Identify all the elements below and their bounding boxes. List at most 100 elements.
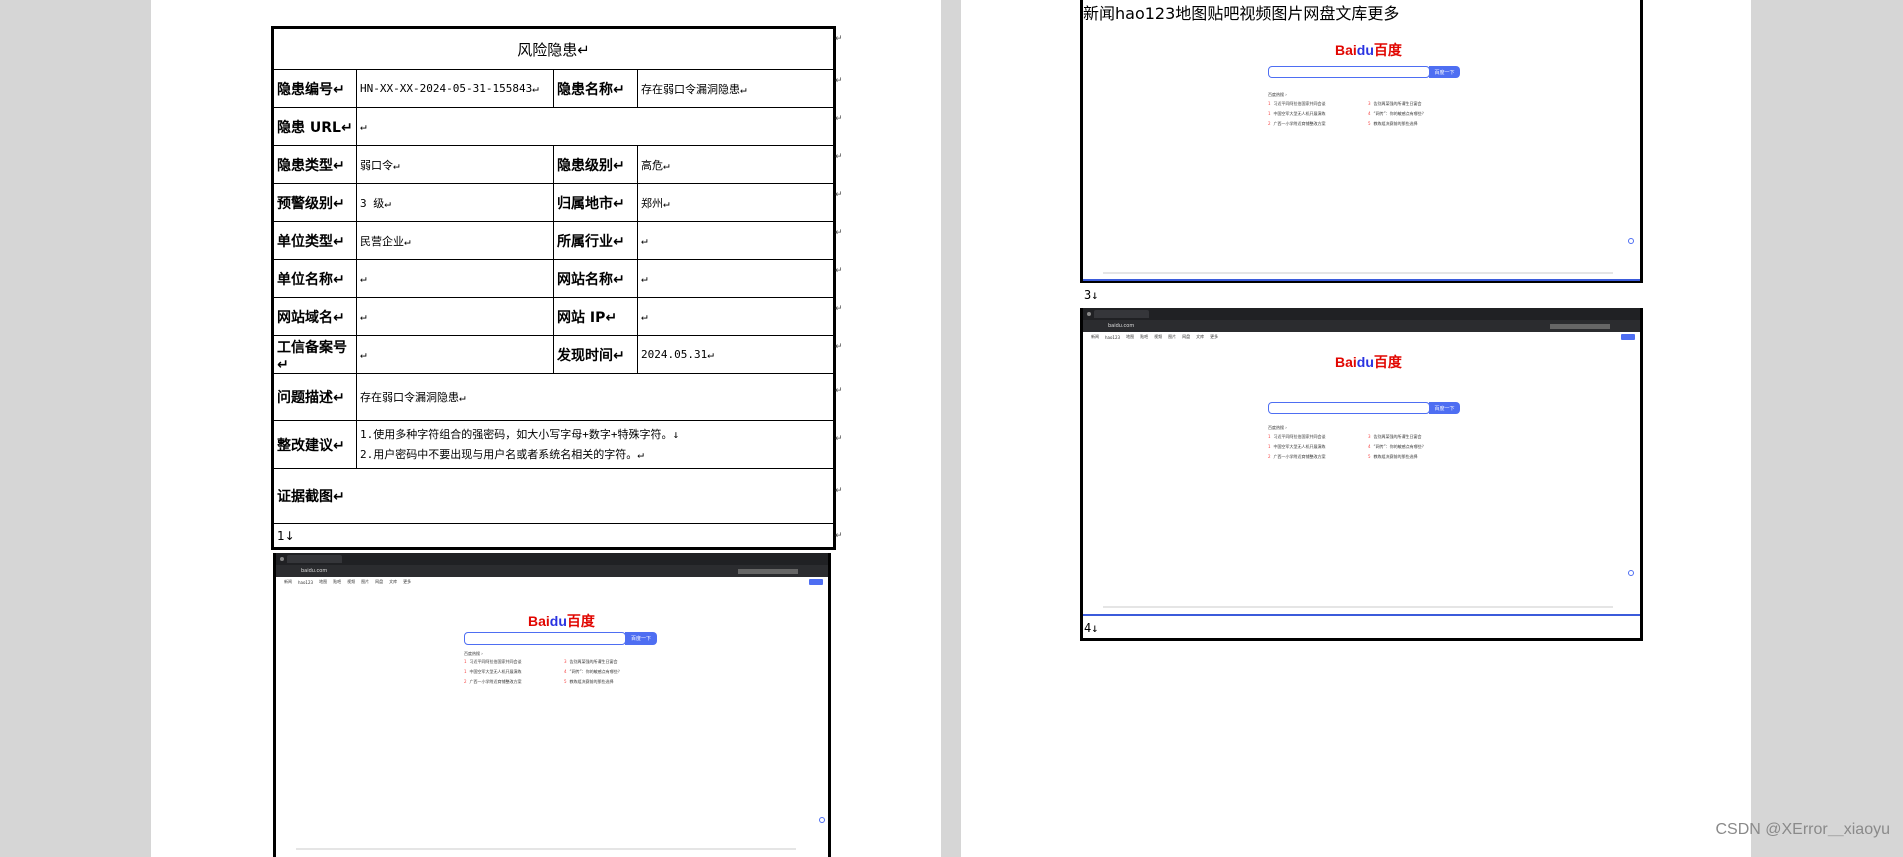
bottom-bar bbox=[1083, 614, 1640, 616]
login-button bbox=[1621, 334, 1635, 340]
side-icon bbox=[1628, 570, 1634, 576]
name-value[interactable]: 存在弱口令漏洞隐患↵ bbox=[636, 69, 836, 108]
hot-item: 2 广西一小学附近商铺整改方案 bbox=[464, 679, 522, 684]
search-button: 百度一下 bbox=[625, 632, 657, 645]
evidence-screenshot-3: baidu.com 新闻 hao123 地图 贴吧 视频 图片 网盘 文库 更多 Baidu百度… bbox=[1080, 308, 1643, 618]
hot-item: 2 广西一小学附近商铺整改方案 bbox=[1268, 454, 1326, 459]
level-value[interactable]: 高危↵ bbox=[636, 145, 836, 184]
evidence-screenshot-1: baidu.com 新闻 hao123 地图 贴吧 视频 图片 网盘 文库 更多… bbox=[273, 553, 831, 857]
para-mark: ↵ bbox=[835, 304, 843, 314]
unit-type-value[interactable]: 民营企业↵ bbox=[356, 221, 554, 260]
warn-label: 预警级别↵ bbox=[272, 183, 357, 222]
baidu-logo: Baidu百度 bbox=[528, 611, 595, 631]
id-value[interactable]: HN-XX-XX-2024-05-31-155843↵ bbox=[356, 69, 554, 108]
baidu-logo: Baidu百度 bbox=[1335, 354, 1402, 370]
baidu-nav: 新闻hao123地图贴吧视频图片网盘文库更多 bbox=[1083, 4, 1400, 23]
para-mark: ↵ bbox=[835, 434, 843, 444]
footer-links bbox=[296, 848, 796, 850]
para-mark: ↵ bbox=[835, 386, 843, 396]
suggestion-label: 整改建议↵ bbox=[272, 420, 357, 469]
evidence-label: 证据截图↵ bbox=[271, 468, 836, 524]
industry-label: 所属行业↵ bbox=[553, 221, 638, 260]
baidu-logo: Baidu百度 bbox=[1335, 42, 1402, 58]
hot-item: 3 告别周某强的所谓生日宴会 bbox=[1368, 101, 1422, 106]
nav-link: 更多 bbox=[403, 579, 412, 584]
browser-url: baidu.com bbox=[1108, 323, 1135, 329]
search-input bbox=[1268, 402, 1430, 414]
site-name-label: 网站名称↵ bbox=[553, 259, 638, 298]
search-button: 百度一下 bbox=[1429, 66, 1460, 78]
city-value[interactable]: 郑州↵ bbox=[636, 183, 836, 222]
para-mark: ↵ bbox=[835, 486, 843, 496]
para-mark: ↵ bbox=[835, 342, 843, 352]
icp-label: 工信备案号↵ bbox=[272, 335, 357, 374]
baidu-nav: 新闻hao123地图贴吧视频图片网盘文库更多 bbox=[1083, 332, 1640, 342]
figure-4-label: 4↓ bbox=[1084, 621, 1099, 635]
hot-item: 4 “网传”：你的敏感点有哪些？ bbox=[1368, 111, 1426, 116]
csdn-watermark: CSDN @XError＿xiaoyu bbox=[1715, 821, 1890, 838]
hot-item: 4 “网传”：你的敏感点有哪些？ bbox=[1368, 444, 1426, 449]
type-label: 隐患类型↵ bbox=[272, 145, 357, 184]
warn-value[interactable]: 3 级↵ bbox=[356, 183, 554, 222]
desc-value[interactable]: 存在弱口令漏洞隐患↵ bbox=[355, 373, 836, 421]
nav-link: 贴吧 bbox=[333, 579, 342, 584]
para-mark: ↵ bbox=[835, 152, 843, 162]
para-mark: ↵ bbox=[835, 228, 843, 238]
side-icon bbox=[819, 817, 825, 823]
logo-cn: 百度 bbox=[566, 613, 595, 629]
desc-label: 问题描述↵ bbox=[272, 373, 357, 421]
domain-label: 网站域名↵ bbox=[272, 297, 357, 336]
browser-tabbar bbox=[1083, 308, 1640, 320]
suggestion-line-1: 1.使用多种字符组合的强密码，如大小写字母+数字+特殊字符。↓ bbox=[360, 427, 680, 441]
browser-tab bbox=[1094, 310, 1149, 318]
url-value[interactable]: ↵ bbox=[355, 107, 836, 146]
nav-link: 地图 bbox=[319, 579, 328, 584]
nav-link: 图片 bbox=[361, 579, 370, 584]
baidu-nav: 新闻 hao123 地图 贴吧 视频 图片 网盘 文库 更多 bbox=[276, 577, 828, 587]
type-value[interactable]: 弱口令↵ bbox=[356, 145, 554, 184]
table-bottom-border bbox=[1080, 638, 1643, 641]
hot-item: 1 中国空军大型无人机开展演练 bbox=[1268, 444, 1326, 449]
browser-tab bbox=[287, 555, 342, 563]
found-value[interactable]: 2024.05.31↵ bbox=[636, 335, 836, 374]
login-button bbox=[809, 579, 823, 585]
table-right-border bbox=[1640, 618, 1643, 641]
hot-item: 2 广西一小学附近商铺整改方案 bbox=[1268, 121, 1326, 126]
table-title: 风险隐患↵ bbox=[271, 27, 836, 70]
hot-item: 1 习近平同阿拉伯国家共同会谈 bbox=[1268, 434, 1326, 439]
hot-title: 百度热搜 › bbox=[1268, 92, 1287, 97]
logo-text: Bai bbox=[528, 613, 550, 629]
hot-title: 百度热搜 › bbox=[1268, 425, 1287, 430]
search-input bbox=[464, 632, 626, 645]
level-label: 隐患级别↵ bbox=[553, 145, 638, 184]
hot-title: 百度热搜 › bbox=[464, 651, 483, 656]
hot-item: 1 中国空军大型无人机开展演练 bbox=[464, 669, 522, 674]
hot-item: 4 “网传”：你的敏感点有哪些？ bbox=[564, 669, 622, 674]
found-label: 发现时间↵ bbox=[553, 335, 638, 374]
id-label: 隐患编号↵ bbox=[272, 69, 357, 108]
footer-links bbox=[1103, 606, 1613, 608]
para-mark: ↵ bbox=[835, 531, 843, 541]
unit-type-label: 单位类型↵ bbox=[272, 221, 357, 260]
icp-value[interactable]: ↵ bbox=[356, 335, 554, 374]
city-label: 归属地市↵ bbox=[553, 183, 638, 222]
suggestion-value[interactable]: 1.使用多种字符组合的强密码，如大小写字母+数字+特殊字符。↓ 2.用户密码中不… bbox=[355, 420, 836, 469]
browser-toolbar-icons bbox=[738, 568, 798, 574]
bottom-bar bbox=[1083, 279, 1640, 281]
name-label: 隐患名称↵ bbox=[553, 69, 638, 108]
site-name-value[interactable]: ↵ bbox=[636, 259, 836, 298]
domain-value[interactable]: ↵ bbox=[356, 297, 554, 336]
side-icon bbox=[1628, 238, 1634, 244]
risk-table: 风险隐患↵ 隐患编号↵ HN-XX-XX-2024-05-31-155843↵ … bbox=[271, 26, 837, 550]
industry-value[interactable]: ↵ bbox=[636, 221, 836, 260]
para-mark: ↵ bbox=[835, 190, 843, 200]
document-page-2: 新闻hao123地图贴吧视频图片网盘文库更多 Baidu百度 百度一下 百度热搜… bbox=[961, 0, 1751, 857]
browser-url: baidu.com bbox=[301, 568, 328, 574]
document-page-1: 风险隐患↵ 隐患编号↵ HN-XX-XX-2024-05-31-155843↵ … bbox=[151, 0, 941, 857]
para-mark: ↵ bbox=[835, 34, 843, 44]
browser-addressbar: baidu.com bbox=[276, 565, 828, 577]
browser-dot bbox=[280, 557, 284, 561]
logo-paw: du bbox=[549, 613, 567, 629]
ip-value[interactable]: ↵ bbox=[636, 297, 836, 336]
unit-name-value[interactable]: ↵ bbox=[356, 259, 554, 298]
